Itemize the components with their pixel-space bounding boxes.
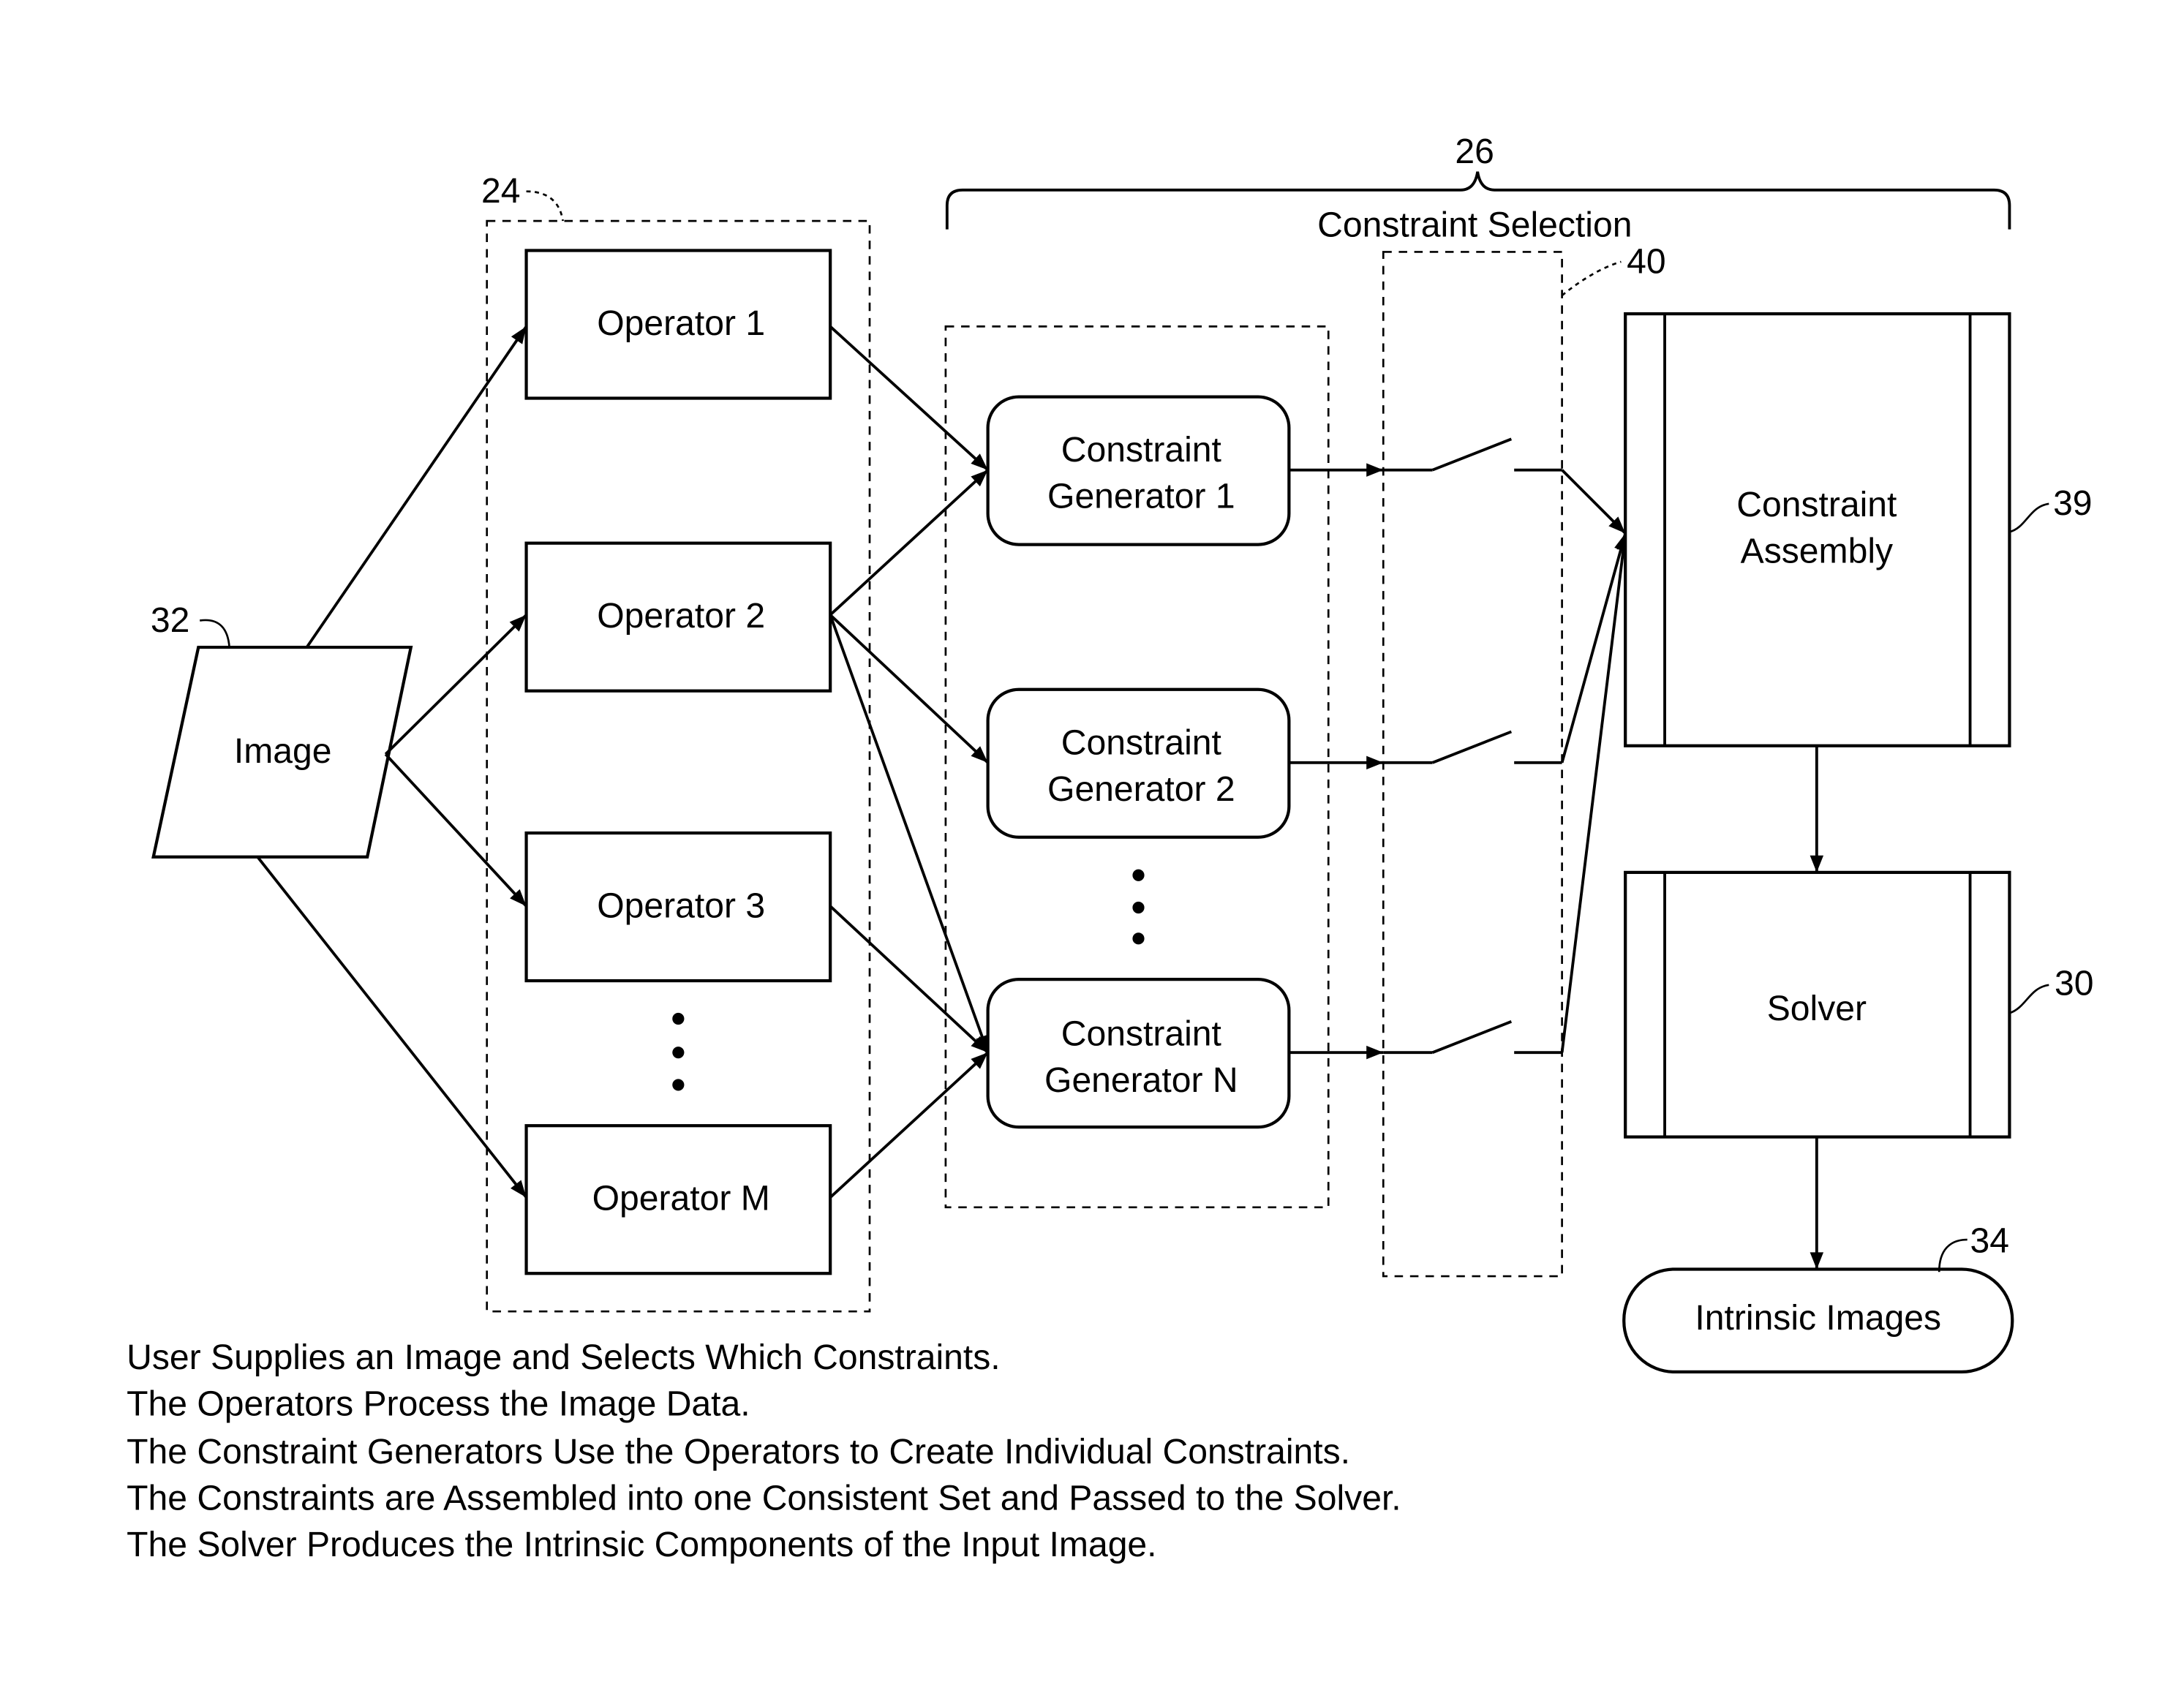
- flow-diagram: 24 40 26 Constraint Selection Image 32 O…: [127, 132, 2093, 1564]
- constraint-assembly-ref: 39: [2053, 483, 2092, 523]
- caption-line-3: The Constraint Generators Use the Operat…: [127, 1432, 1350, 1471]
- constraint-assembly-leader: [2009, 502, 2049, 533]
- intrinsic-images-leader: [1938, 1238, 1968, 1273]
- operators-group-leader: [526, 190, 564, 222]
- constraint-generator-n[interactable]: Constraint Generator N: [986, 978, 1291, 1129]
- operators-group-ref: 24: [481, 171, 520, 211]
- constraint-generator-n-line2: Generator N: [1044, 1060, 1238, 1100]
- arrow-operator-2-to-generator-n: [829, 614, 990, 1053]
- switch-1[interactable]: [1289, 437, 1562, 477]
- solver-ref: 30: [2055, 963, 2093, 1003]
- constraint-assembly[interactable]: Constraint Assembly: [1624, 312, 2011, 747]
- arrow-operator-2-to-generator-1: [829, 469, 989, 617]
- constraint-assembly-line1: Constraint: [1736, 485, 1897, 524]
- arrow-image-to-operator-2: [384, 614, 527, 755]
- operator-2-label: Operator 2: [597, 596, 765, 636]
- constraint-generator-1-line1: Constraint: [1061, 430, 1221, 470]
- arrow-operator-m-to-generator-n: [829, 1051, 989, 1199]
- intrinsic-images-label: Intrinsic Images: [1695, 1298, 1941, 1338]
- caption-line-5: The Solver Produces the Intrinsic Compon…: [127, 1525, 1156, 1564]
- operator-3-label: Operator 3: [597, 886, 765, 925]
- switch-n[interactable]: [1289, 1020, 1562, 1060]
- solver-label: Solver: [1767, 989, 1867, 1028]
- caption-line-2: The Operators Process the Image Data.: [127, 1384, 750, 1424]
- switches-group-ref: 40: [1627, 241, 1665, 281]
- intrinsic-images-output[interactable]: Intrinsic Images: [1622, 1267, 2014, 1374]
- intrinsic-images-ref: 34: [1970, 1221, 2009, 1260]
- constraint-selection-ref: 26: [1455, 132, 1494, 171]
- arrow-switch-1-to-assembly: [1561, 469, 1627, 535]
- operator-1[interactable]: Operator 1: [524, 249, 832, 400]
- arrow-operator-2-to-generator-2: [829, 614, 989, 764]
- constraint-generator-2-line2: Generator 2: [1047, 769, 1235, 809]
- constraint-generator-n-line1: Constraint: [1061, 1014, 1221, 1054]
- switch-2[interactable]: [1289, 730, 1562, 770]
- solver[interactable]: Solver: [1624, 870, 2011, 1139]
- image-input-label: Image: [234, 731, 332, 771]
- image-input-leader: [200, 619, 230, 648]
- arrow-image-to-operator-3: [384, 753, 527, 908]
- constraint-generator-2[interactable]: Constraint Generator 2: [986, 687, 1291, 839]
- arrow-image-to-operator-1: [305, 325, 528, 649]
- operators-ellipsis: [672, 1012, 685, 1091]
- arrow-operator-1-to-generator-1: [829, 325, 989, 472]
- image-input-ref: 32: [151, 600, 189, 640]
- constraint-generator-1-line2: Generator 1: [1047, 477, 1235, 516]
- operator-m[interactable]: Operator M: [524, 1124, 832, 1275]
- constraint-generator-1[interactable]: Constraint Generator 1: [986, 395, 1291, 546]
- caption-line-4: The Constraints are Assembled into one C…: [127, 1478, 1401, 1518]
- constraint-selection-label: Constraint Selection: [1317, 205, 1632, 244]
- constraint-assembly-line2: Assembly: [1741, 532, 1893, 571]
- operator-1-label: Operator 1: [597, 304, 765, 343]
- solver-leader: [2008, 984, 2049, 1014]
- caption-line-1: User Supplies an Image and Selects Which…: [127, 1338, 1001, 1377]
- arrow-operator-3-to-generator-n: [829, 905, 989, 1054]
- generators-ellipsis: [1132, 869, 1145, 945]
- switches-group-leader: [1561, 260, 1622, 297]
- arrow-switch-2-to-assembly: [1560, 532, 1627, 764]
- arrow-switch-n-to-assembly: [1560, 532, 1630, 1053]
- operator-2[interactable]: Operator 2: [524, 541, 832, 693]
- constraint-generator-2-line1: Constraint: [1061, 723, 1221, 762]
- caption: User Supplies an Image and Selects Which…: [127, 1338, 1401, 1564]
- operator-m-label: Operator M: [592, 1179, 770, 1218]
- operator-3[interactable]: Operator 3: [524, 831, 832, 983]
